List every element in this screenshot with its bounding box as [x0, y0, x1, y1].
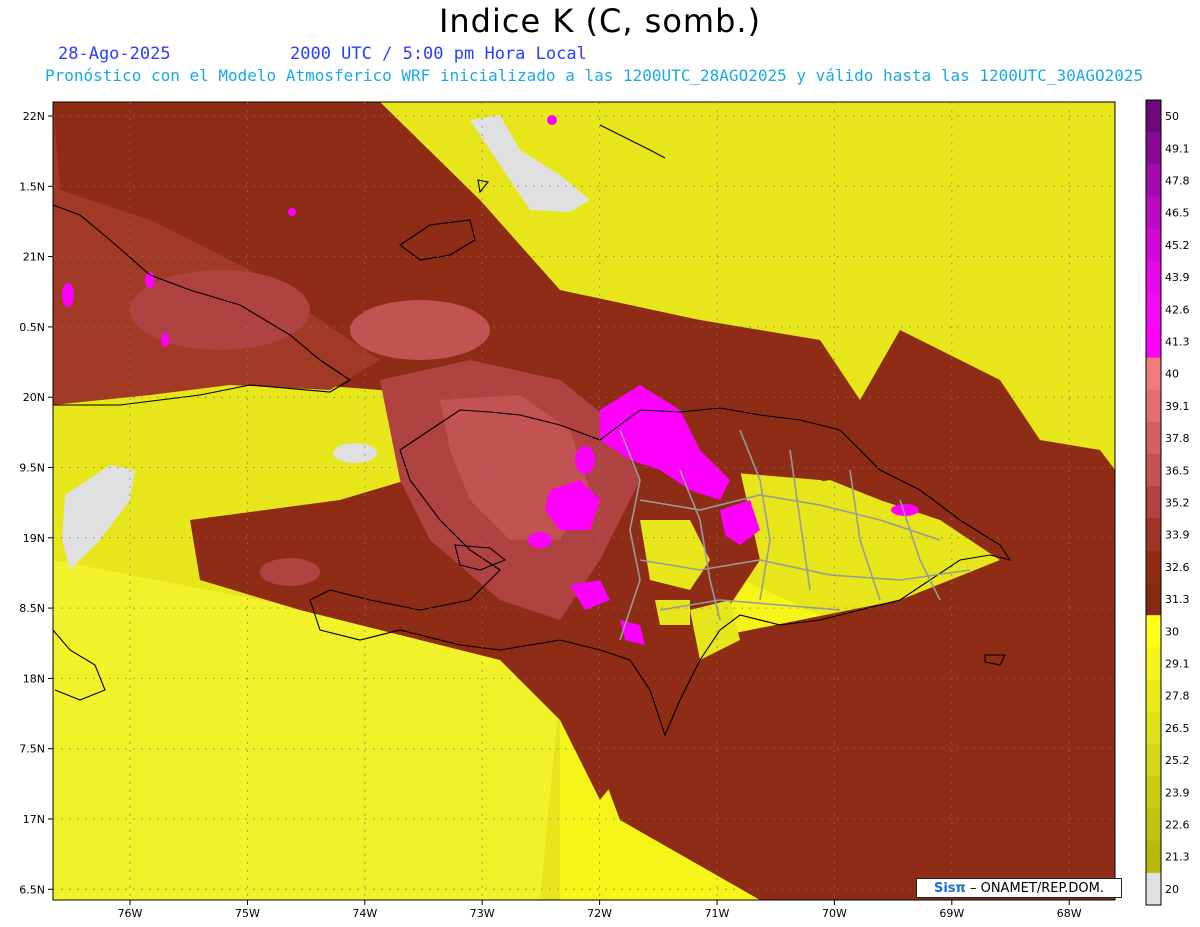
colorbar-level-label: 33.9 — [1165, 529, 1190, 542]
colorbar-level-label: 29.1 — [1165, 658, 1190, 671]
colorbar-swatch — [1146, 550, 1161, 584]
colorbar-swatch — [1146, 647, 1161, 681]
lon-tick-label: 69W — [939, 907, 964, 920]
lat-tick-label: 1.5N — [19, 180, 45, 193]
colorbar-level-label: 31.3 — [1165, 593, 1190, 606]
colorbar-level-label: 22.6 — [1165, 819, 1190, 832]
colorbar-swatch — [1146, 261, 1161, 294]
credit-badge: Sisπ – ONAMET/REP.DOM. — [916, 878, 1122, 898]
colorbar-level-label: 26.5 — [1165, 722, 1190, 735]
colorbar-swatch — [1146, 711, 1161, 745]
lat-tick-label: 8.5N — [19, 602, 45, 615]
page-title: Indice K (C, somb.) — [438, 2, 762, 40]
credit-text: – ONAMET/REP.DOM. — [969, 881, 1104, 896]
colorbar-level-label: 40 — [1165, 368, 1179, 381]
colorbar-swatch — [1146, 679, 1161, 713]
colorbar-swatch — [1146, 486, 1161, 520]
forecast-date: 28-Ago-2025 — [58, 44, 171, 64]
lat-tick-label: 21N — [23, 251, 45, 264]
colorbar-swatch — [1146, 744, 1161, 777]
colorbar-swatch — [1146, 100, 1161, 133]
lat-tick-label: 9.5N — [19, 462, 45, 475]
lon-tick-label: 74W — [352, 907, 377, 920]
colorbar-level-label: 20 — [1165, 883, 1179, 896]
colorbar-level-label: 41.3 — [1165, 336, 1190, 349]
colorbar-level-label: 45.2 — [1165, 239, 1190, 252]
colorbar-level-label: 35.2 — [1165, 497, 1190, 510]
colorbar-swatch — [1146, 615, 1161, 648]
colorbar-level-label: 27.8 — [1165, 690, 1190, 703]
lon-tick-label: 72W — [587, 907, 612, 920]
sispi-logo: Sisπ — [933, 881, 966, 896]
colorbar-level-label: 30 — [1165, 625, 1179, 638]
lat-tick-label: 0.5N — [19, 321, 45, 334]
k-index-field — [53, 102, 1115, 900]
colorbar-level-label: 47.8 — [1165, 175, 1190, 188]
colorbar-swatch — [1146, 389, 1161, 423]
lon-tick-label: 70W — [822, 907, 847, 920]
colorbar-level-label: 42.6 — [1165, 303, 1190, 316]
colorbar-level-label: 50 — [1165, 110, 1179, 123]
colorbar-level-label: 23.9 — [1165, 786, 1190, 799]
forecast-time: 2000 UTC / 5:00 pm Hora Local — [290, 44, 587, 64]
colorbar-swatch — [1146, 454, 1161, 487]
colorbar-swatch — [1146, 422, 1161, 455]
colorbar: 50 49.1 47.8 46.5 45.2 43.9 42.6 41.3 40 39.1 37.8… — [1145, 99, 1190, 906]
forecast-map: 22N 1.5N 21N 0.5N 20N 9.5N 19N 8.5N 18N 7.5N 17N 6.… — [19, 99, 1190, 920]
lat-tick-label: 20N — [23, 391, 45, 404]
colorbar-level-label: 32.6 — [1165, 561, 1190, 574]
colorbar-swatch — [1146, 164, 1161, 198]
colorbar-level-label: 46.5 — [1165, 207, 1190, 220]
colorbar-swatch — [1146, 518, 1161, 552]
colorbar-level-label: 36.5 — [1165, 464, 1190, 477]
lon-tick-label: 75W — [235, 907, 260, 920]
colorbar-swatch — [1146, 228, 1161, 262]
forecast-description: Pronóstico con el Modelo Atmosferico WRF… — [45, 66, 1144, 85]
colorbar-swatch — [1146, 872, 1161, 906]
lat-tick-label: 17N — [23, 813, 45, 826]
colorbar-swatch — [1146, 132, 1161, 165]
colorbar-level-label: 43.9 — [1165, 271, 1190, 284]
lat-tick-label: 18N — [23, 672, 45, 685]
colorbar-swatch — [1146, 293, 1161, 326]
lat-tick-label: 19N — [23, 532, 45, 545]
lat-tick-label: 22N — [23, 110, 45, 123]
lon-tick-label: 71W — [705, 907, 730, 920]
colorbar-swatch — [1146, 196, 1161, 230]
lon-tick-label: 73W — [470, 907, 495, 920]
lon-tick-label: 68W — [1057, 907, 1082, 920]
colorbar-swatch — [1146, 776, 1161, 809]
colorbar-swatch — [1146, 808, 1161, 842]
colorbar-swatch — [1146, 357, 1161, 391]
lat-tick-label: 7.5N — [19, 743, 45, 756]
colorbar-level-label: 39.1 — [1165, 400, 1190, 413]
colorbar-level-label: 25.2 — [1165, 754, 1190, 767]
colorbar-swatch — [1146, 583, 1161, 616]
colorbar-swatch — [1146, 840, 1161, 874]
colorbar-level-label: 37.8 — [1165, 432, 1190, 445]
lat-tick-label: 6.5N — [19, 883, 45, 896]
colorbar-swatch — [1146, 325, 1161, 359]
lon-tick-label: 76W — [118, 907, 143, 920]
colorbar-level-label: 21.3 — [1165, 851, 1190, 864]
colorbar-level-label: 49.1 — [1165, 142, 1190, 155]
